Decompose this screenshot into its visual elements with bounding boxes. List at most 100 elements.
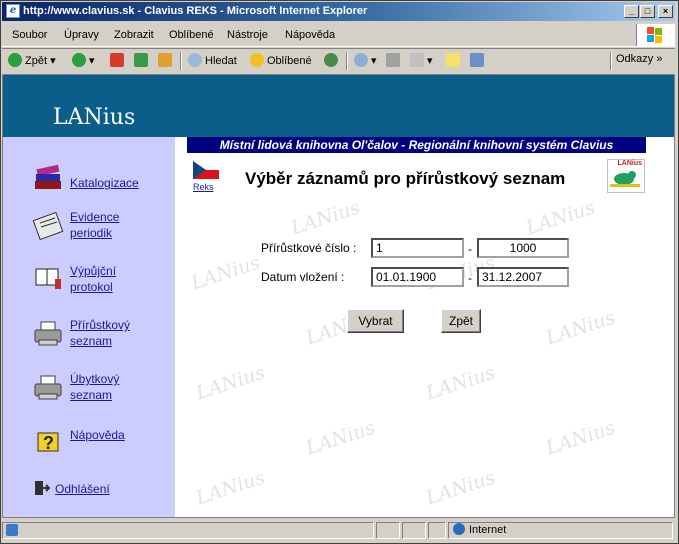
sidebar-item-label: Evidence [70, 210, 120, 224]
zone-panel: Internet [448, 522, 673, 539]
range-dash: - [468, 271, 472, 285]
minimize-button[interactable]: _ [624, 5, 639, 18]
close-button[interactable]: × [658, 5, 673, 18]
bird-icon [610, 171, 640, 187]
toolbar-separator [610, 52, 612, 70]
messenger-icon [470, 53, 484, 67]
watermark: LANius [288, 196, 363, 240]
watermark: LANius [188, 251, 263, 295]
date-label: Datum vložení : [261, 270, 345, 284]
print-button[interactable] [386, 53, 403, 67]
date-from-input[interactable] [371, 267, 464, 287]
logout-icon [35, 481, 51, 495]
accession-to-input[interactable] [477, 238, 569, 258]
menu-help[interactable]: Nápověda [285, 29, 335, 41]
history-button[interactable] [324, 53, 341, 67]
links-button[interactable]: Odkazy » [616, 53, 662, 65]
watermark: LANius [423, 361, 498, 405]
discuss-icon [446, 53, 460, 67]
page-title: Výběr záznamů pro přírůstkový seznam [245, 169, 566, 188]
watermark: LANius [543, 306, 618, 350]
accession-from-input[interactable] [371, 238, 464, 258]
edit-icon [410, 53, 424, 67]
history-icon [324, 53, 338, 67]
menu-edit[interactable]: Úpravy [64, 29, 99, 41]
stop-icon [110, 53, 124, 67]
sidebar-item-label: Nápověda [70, 428, 125, 442]
star-icon [250, 53, 264, 67]
page-icon [6, 524, 18, 536]
book-reader-icon [35, 268, 61, 289]
newspaper-icon [33, 211, 64, 241]
globe-icon [453, 523, 465, 535]
menu-bar: Soubor Úpravy Zobrazit Oblíbené Nástroje… [2, 24, 675, 47]
printer-icon [34, 321, 62, 346]
stop-button[interactable] [110, 53, 127, 67]
search-label: Hledat [205, 55, 237, 67]
toolbar: Zpět ▾ ▾ Hledat Oblíbené ▾ ▾ Odkazy » [2, 48, 675, 73]
discuss-button[interactable] [446, 53, 463, 67]
accession-label: Přírůstkové číslo : [261, 241, 357, 255]
sidebar-item-label: Úbytkový [70, 372, 120, 386]
status-panel [428, 522, 446, 539]
watermark: LANius [423, 466, 498, 510]
menu-favorites[interactable]: Oblíbené [169, 29, 214, 41]
printer-icon [34, 375, 62, 400]
reks-label: Reks [193, 182, 214, 192]
edit-button[interactable]: ▾ [410, 53, 433, 67]
refresh-button[interactable] [134, 53, 151, 67]
back-label: Zpět [25, 55, 48, 67]
back-button[interactable]: Zpět [441, 309, 481, 333]
maximize-button[interactable]: □ [640, 5, 655, 18]
page-viewport: LANius Katalogizace Evidence periodik Vý… [2, 74, 675, 518]
title-bar: e http://www.clavius.sk - Clavius REKS -… [2, 2, 675, 21]
watermark: LANius [193, 361, 268, 405]
books-icon [35, 164, 61, 189]
reks-link[interactable]: Reks [193, 161, 219, 192]
ie-icon: e [6, 4, 20, 18]
sidebar-item-label: Přírůstkový [70, 318, 131, 332]
mail-button[interactable]: ▾ [354, 53, 377, 67]
forward-button[interactable]: ▾ [72, 53, 95, 67]
sidebar-item-label: Katalogizace [70, 176, 139, 190]
toolbar-separator [346, 52, 348, 70]
toolbar-separator [180, 52, 182, 70]
messenger-button[interactable] [470, 53, 487, 67]
status-text-panel [2, 522, 374, 539]
back-arrow-icon [8, 53, 22, 67]
status-bar: Internet [2, 520, 675, 541]
refresh-icon [134, 53, 148, 67]
menu-file[interactable]: Soubor [12, 29, 47, 41]
sidebar-item-label: seznam [70, 334, 113, 348]
range-dash: - [468, 242, 472, 256]
back-button[interactable]: Zpět ▾ [8, 53, 56, 67]
main-content: Místní lidová knihovna Ol'čalov - Region… [175, 137, 674, 517]
home-icon [158, 53, 172, 67]
home-button[interactable] [158, 53, 175, 67]
watermark: LANius [523, 196, 598, 240]
favorites-button[interactable]: Oblíbené [250, 53, 312, 67]
watermark: LANius [543, 416, 618, 460]
select-button[interactable]: Vybrat [347, 309, 404, 333]
status-panel [376, 522, 400, 539]
menu-view[interactable]: Zobrazit [114, 29, 154, 41]
sidebar-item-label: periodik [70, 226, 113, 240]
forward-arrow-icon [72, 53, 86, 67]
logout-label: Odhlášení [55, 482, 110, 496]
zone-label: Internet [469, 524, 507, 536]
sidebar: Katalogizace Evidence periodik Výpůjční … [3, 137, 175, 517]
app-banner: LANius [3, 75, 674, 137]
library-header: Místní lidová knihovna Ol'čalov - Region… [187, 137, 646, 153]
windows-logo-icon [636, 24, 675, 46]
search-button[interactable]: Hledat [188, 53, 237, 67]
app-logo: LANius [53, 105, 136, 130]
date-to-input[interactable] [477, 267, 569, 287]
sidebar-item-label: seznam [70, 388, 113, 402]
print-icon [386, 53, 400, 67]
menu-tools[interactable]: Nástroje [227, 29, 268, 41]
sidebar-item-label: Výpůjční [70, 264, 117, 278]
svg-text:?: ? [43, 433, 54, 453]
mail-icon [354, 53, 368, 67]
czech-flag-icon [193, 161, 219, 179]
window-title: http://www.clavius.sk - Clavius REKS - M… [23, 5, 368, 17]
